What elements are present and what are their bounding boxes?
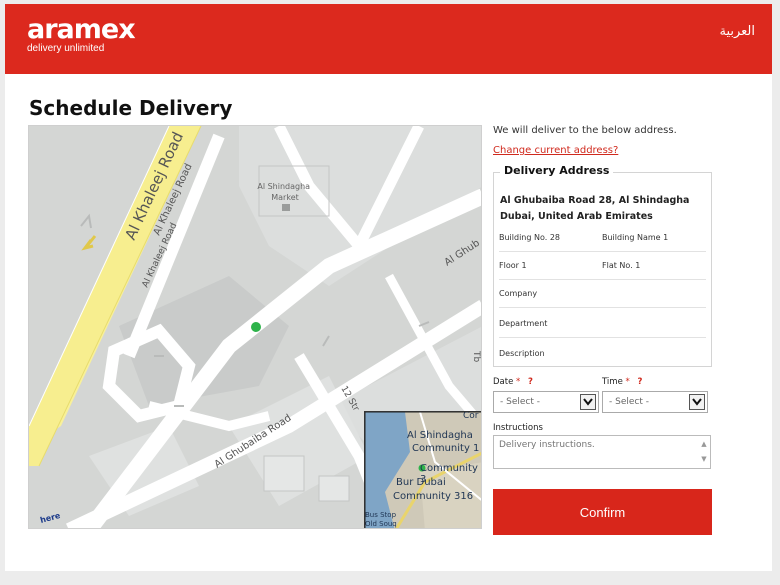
address-row-description: Description <box>499 340 706 368</box>
language-switch-link[interactable]: العربية <box>719 24 755 39</box>
header-bar: aramex delivery unlimited العربية <box>5 4 772 74</box>
instructions-label: Instructions <box>493 423 543 433</box>
building-number: Building No. 28 <box>499 233 560 242</box>
inset-label-community-316: Community 316 <box>393 491 474 502</box>
address-row-floor: Floor 1 Flat No. 1 <box>499 252 706 280</box>
map-label-market-line1: Al Shindagha <box>257 182 310 191</box>
time-label: Time <box>602 377 623 387</box>
delivery-info: We will deliver to the below address. Ch… <box>493 124 715 157</box>
chevron-down-icon[interactable] <box>689 394 705 410</box>
address-row-department: Department <box>499 310 706 338</box>
date-label-group: Date * ? <box>493 377 533 387</box>
inset-label-bus-stop: Bus Stop <box>365 511 397 519</box>
instructions-input[interactable] <box>493 435 711 469</box>
inset-label-cor: Cor <box>463 411 479 421</box>
delivery-map[interactable]: Al Khaleej Road Al Khaleej Road Al Khale… <box>28 125 482 529</box>
time-select-value: - Select - <box>609 397 649 407</box>
change-address-link[interactable]: Change current address? <box>493 145 618 156</box>
map-label-tb: Tb <box>471 350 481 362</box>
floor-number: Floor 1 <box>499 261 527 270</box>
address-line-1: Al Ghubaiba Road 28, Al Shindagha <box>500 195 690 206</box>
date-required-mark: * <box>516 377 521 387</box>
scroll-up-icon[interactable]: ▲ <box>698 437 710 452</box>
map-inset-satellite[interactable]: Al Shindagha Community 1 Community 3 Bur… <box>364 411 481 528</box>
building-name: Building Name 1 <box>602 233 669 242</box>
deliver-note: We will deliver to the below address. <box>493 125 677 136</box>
delivery-address-legend: Delivery Address <box>500 164 614 177</box>
delivery-address-box: Delivery Address Al Ghubaiba Road 28, Al… <box>493 164 712 368</box>
time-required-mark: * <box>625 377 630 387</box>
address-row-company: Company <box>499 280 706 308</box>
map-label-market-line2: Market <box>271 193 299 202</box>
inset-labels: Al Shindagha Community 1 Community 3 Bur… <box>365 411 481 528</box>
aramex-logo[interactable]: aramex delivery unlimited <box>27 14 136 55</box>
time-select[interactable]: - Select - <box>602 391 708 413</box>
date-select-value: - Select - <box>500 397 540 407</box>
date-select[interactable]: - Select - <box>493 391 599 413</box>
date-label: Date <box>493 377 514 387</box>
department-label: Department <box>499 319 548 328</box>
page-title: Schedule Delivery <box>29 96 233 120</box>
flat-number: Flat No. 1 <box>602 261 641 270</box>
inset-label-bur-dubai: Bur Dubai <box>396 477 446 488</box>
time-help-icon[interactable]: ? <box>637 377 642 387</box>
confirm-button[interactable]: Confirm <box>493 489 712 535</box>
inset-label-old-souq: Old Souq <box>365 520 397 528</box>
scroll-down-icon[interactable]: ▼ <box>698 452 710 467</box>
inset-label-al-shindagha: Al Shindagha <box>407 430 473 441</box>
chevron-down-icon[interactable] <box>580 394 596 410</box>
inset-label-community-1: Community 1 <box>412 443 480 454</box>
address-line-2: Dubai, United Arab Emirates <box>500 211 653 222</box>
location-marker <box>251 322 261 332</box>
time-label-group: Time * ? <box>602 377 642 387</box>
address-row-building: Building No. 28 Building Name 1 <box>499 224 706 252</box>
description-label: Description <box>499 349 545 358</box>
company-label: Company <box>499 289 538 298</box>
instructions-scrollbar[interactable]: ▲ ▼ <box>698 437 710 467</box>
date-help-icon[interactable]: ? <box>528 377 533 387</box>
logo-word: aramex <box>27 14 136 45</box>
